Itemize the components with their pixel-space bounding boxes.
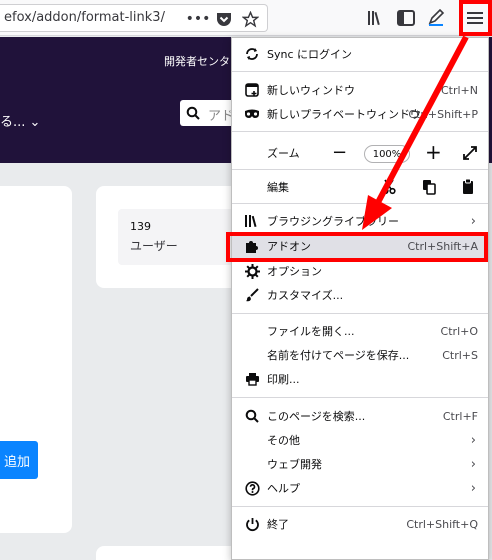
red-arrow-icon <box>362 35 469 230</box>
